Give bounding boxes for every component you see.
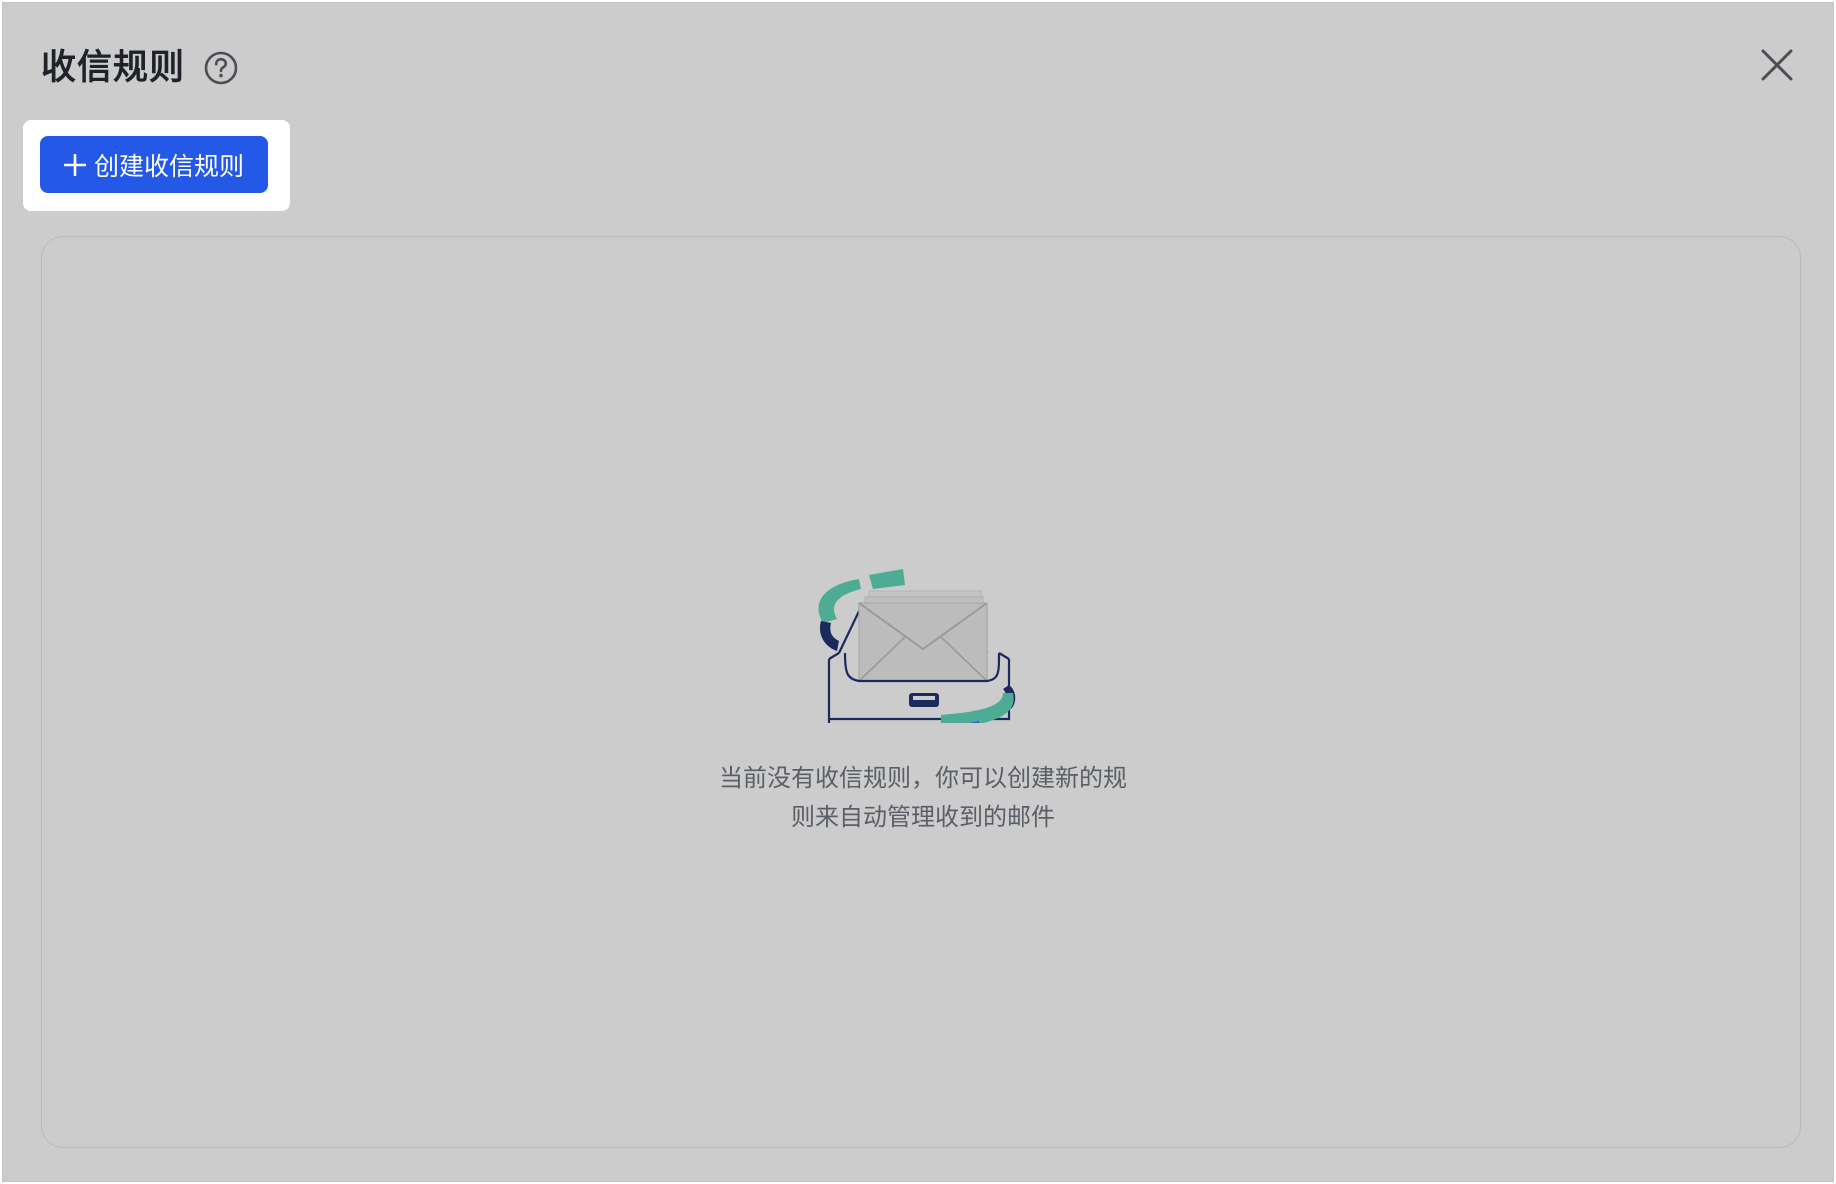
close-icon — [1761, 49, 1793, 81]
create-rule-button[interactable]: 创建收信规则 — [40, 136, 268, 193]
empty-state-message: 当前没有收信规则，你可以创建新的规 则来自动管理收到的邮件 — [663, 759, 1183, 837]
question-circle-icon[interactable] — [203, 50, 239, 86]
empty-state-line-1: 当前没有收信规则，你可以创建新的规 — [719, 764, 1127, 792]
create-rule-label: 创建收信规则 — [93, 151, 244, 181]
plus-icon — [63, 149, 87, 181]
close-button[interactable] — [1757, 45, 1797, 85]
inbox-envelope-illustration — [803, 523, 1043, 743]
dialog-title: 收信规则 — [41, 48, 186, 88]
dialog-header: 收信规则 — [41, 43, 239, 93]
empty-state-line-2: 则来自动管理收到的邮件 — [791, 803, 1055, 831]
receive-rules-dialog: 收信规则 创建收信规则 当前没有收信规则，你可以创建新的规 则来自动管理收到的邮… — [2, 2, 1834, 1182]
